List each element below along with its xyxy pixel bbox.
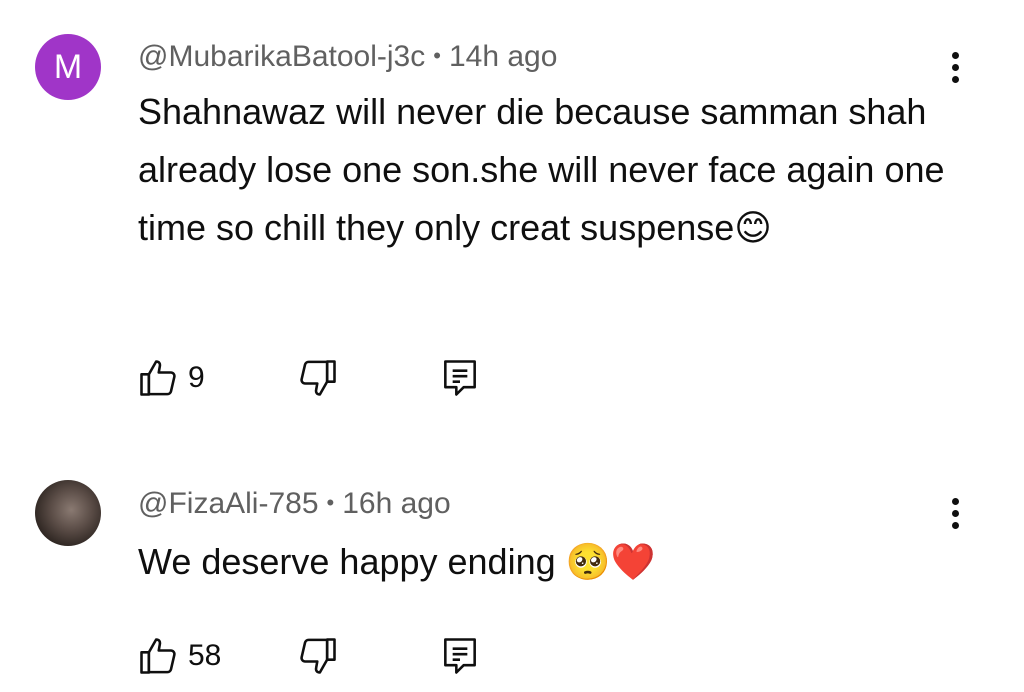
like-button[interactable]: 58	[136, 634, 221, 678]
author-handle[interactable]: @MubarikaBatool-j3c	[138, 40, 425, 73]
comment-timestamp[interactable]: 16h ago	[342, 487, 450, 520]
thumbs-down-icon	[296, 634, 340, 678]
dislike-button[interactable]	[296, 356, 340, 400]
comment-header: @MubarikaBatool-j3c • 14h ago	[138, 40, 557, 74]
like-count: 58	[188, 639, 222, 672]
comment-timestamp[interactable]: 14h ago	[449, 40, 557, 73]
comment-text: We deserve happy ending 🥺❤️	[138, 541, 656, 582]
author-handle[interactable]: @FizaAli-785	[138, 487, 319, 520]
reply-comment-icon	[438, 634, 482, 678]
comment-header: @FizaAli-785 • 16h ago	[138, 487, 451, 521]
comment-text: Shahnawaz will never die because samman …	[138, 91, 945, 248]
comment-item: M @MubarikaBatool-j3c • 14h ago Shahnawaz …	[0, 0, 1024, 430]
avatar[interactable]: M	[35, 34, 101, 100]
more-vert-icon[interactable]	[940, 48, 970, 88]
dislike-button[interactable]	[296, 634, 340, 678]
thumbs-up-icon	[136, 634, 180, 678]
like-count: 9	[188, 361, 205, 394]
thumbs-down-icon	[296, 356, 340, 400]
comment-actions: 58	[136, 634, 536, 678]
like-button[interactable]: 9	[136, 356, 205, 400]
separator-dot: •	[326, 490, 335, 515]
avatar[interactable]	[35, 480, 101, 546]
separator-dot: •	[433, 43, 441, 68]
avatar-letter: M	[53, 47, 83, 86]
comment-item: @FizaAli-785 • 16h ago We deserve happy en…	[0, 460, 1024, 692]
reply-button[interactable]	[438, 356, 482, 400]
more-vert-icon[interactable]	[940, 494, 970, 534]
comment-actions: 9	[136, 356, 536, 400]
thumbs-up-icon	[136, 356, 180, 400]
reply-comment-icon	[438, 356, 482, 400]
reply-button[interactable]	[438, 634, 482, 678]
